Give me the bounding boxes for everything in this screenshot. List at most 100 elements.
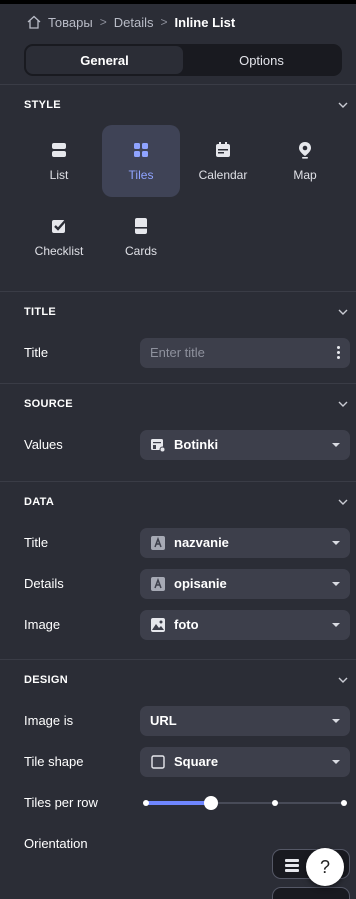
slider-knob[interactable] [204, 795, 219, 810]
image-is-select[interactable]: URL [140, 705, 350, 736]
image-is-label: Image is [24, 713, 74, 728]
data-image-value: foto [174, 617, 199, 632]
source-section-header[interactable]: SOURCE [0, 384, 356, 424]
style-map[interactable]: Map [266, 125, 344, 197]
style-list[interactable]: List [20, 125, 98, 197]
tiles-per-row-row: Tiles per row [0, 782, 356, 823]
help-button[interactable]: ? [306, 848, 344, 886]
chevron-down-icon[interactable] [336, 305, 350, 319]
list-icon [52, 143, 66, 157]
orientation-toggle-second[interactable] [272, 887, 350, 899]
title-placeholder: Enter title [150, 345, 205, 360]
orientation-label: Orientation [24, 836, 88, 851]
tile-shape-select[interactable]: Square [140, 746, 350, 777]
data-image-select[interactable]: foto [140, 609, 350, 640]
slider-fill [146, 800, 212, 805]
data-title-value: nazvanie [174, 535, 229, 550]
tiles-icon [134, 143, 148, 157]
text-field-icon [151, 576, 165, 591]
image-icon [151, 617, 165, 632]
breadcrumb-item-details[interactable]: Details [114, 15, 154, 30]
source-heading: SOURCE [24, 398, 73, 410]
style-options: List Tiles Calendar Map Checklist Cards [0, 125, 356, 277]
data-title-select[interactable]: nazvanie [140, 527, 350, 558]
tab-options[interactable]: Options [183, 46, 340, 74]
design-section: DESIGN Image is URL Tile shape Square Ti… [0, 659, 356, 864]
dropdown-caret-icon [332, 540, 340, 545]
dropdown-caret-icon [332, 718, 340, 723]
style-calendar-label: Calendar [198, 168, 248, 182]
title-section-header[interactable]: TITLE [0, 292, 356, 332]
checklist-icon [52, 219, 67, 233]
dropdown-caret-icon [332, 759, 340, 764]
table-source-icon [151, 438, 166, 452]
title-heading: TITLE [24, 306, 57, 318]
title-input[interactable]: Enter title [140, 337, 350, 368]
design-section-header[interactable]: DESIGN [0, 660, 356, 700]
values-value: Botinki [174, 437, 219, 452]
style-list-label: List [49, 168, 69, 182]
breadcrumb-separator: > [160, 15, 168, 29]
image-is-value: URL [150, 713, 177, 728]
values-select[interactable]: Botinki [140, 429, 350, 460]
title-section: TITLE Title Enter title [0, 291, 356, 383]
design-heading: DESIGN [24, 674, 68, 686]
breadcrumb-item-goods[interactable]: Товары [48, 15, 93, 30]
image-is-row: Image is URL [0, 700, 356, 741]
values-label: Values [24, 437, 63, 452]
dropdown-caret-icon [332, 442, 340, 447]
data-details-value: opisanie [174, 576, 227, 591]
tiles-per-row-label: Tiles per row [24, 795, 98, 810]
style-calendar[interactable]: Calendar [184, 125, 262, 197]
cards-icon [135, 218, 147, 234]
style-section-header[interactable]: STYLE [0, 85, 356, 125]
slider-tick[interactable] [143, 799, 149, 806]
chevron-down-icon[interactable] [336, 397, 350, 411]
title-label: Title [24, 345, 49, 360]
slider-tick[interactable] [272, 799, 278, 806]
source-section: SOURCE Values Botinki [0, 383, 356, 481]
square-icon [151, 754, 165, 769]
values-row: Values Botinki [0, 424, 356, 465]
style-map-label: Map [293, 168, 317, 182]
data-section-header[interactable]: DATA [0, 482, 356, 522]
title-row: Title Enter title [0, 332, 356, 373]
dropdown-caret-icon [332, 622, 340, 627]
breadcrumb-item-current: Inline List [174, 14, 236, 30]
data-section: DATA Title nazvanie Details opisanie Ima… [0, 481, 356, 659]
tab-switcher: General Options [24, 44, 342, 76]
more-vertical-icon[interactable] [337, 346, 340, 359]
calendar-icon [216, 142, 230, 157]
style-tiles-label: Tiles [128, 168, 154, 182]
data-image-label: Image [24, 617, 61, 632]
tile-shape-row: Tile shape Square [0, 741, 356, 782]
style-cards-label: Cards [124, 244, 157, 258]
slider-tick[interactable] [341, 799, 347, 806]
breadcrumb: Товары > Details > Inline List [0, 4, 356, 36]
breadcrumb-separator: > [99, 15, 107, 29]
chevron-down-icon[interactable] [336, 495, 350, 509]
tab-general[interactable]: General [26, 46, 183, 74]
data-heading: DATA [24, 496, 55, 508]
map-pin-icon [299, 142, 311, 159]
style-checklist-label: Checklist [34, 244, 84, 258]
data-image-row: Image foto [0, 604, 356, 645]
data-details-label: Details [24, 576, 64, 591]
style-checklist[interactable]: Checklist [20, 201, 98, 273]
style-tiles[interactable]: Tiles [102, 125, 180, 197]
tile-shape-value: Square [174, 754, 219, 769]
tiles-per-row-slider[interactable] [140, 788, 350, 818]
chevron-down-icon[interactable] [336, 98, 350, 112]
style-cards[interactable]: Cards [102, 201, 180, 273]
text-field-icon [151, 535, 165, 550]
data-title-label: Title [24, 535, 49, 550]
home-icon[interactable] [26, 14, 42, 30]
style-section: STYLE List Tiles Calendar Map Checklist … [0, 84, 356, 277]
data-details-row: Details opisanie [0, 563, 356, 604]
style-heading: STYLE [24, 99, 61, 111]
data-details-select[interactable]: opisanie [140, 568, 350, 599]
tile-shape-label: Tile shape [24, 754, 84, 769]
list-lines-icon [285, 859, 299, 872]
data-title-row: Title nazvanie [0, 522, 356, 563]
chevron-down-icon[interactable] [336, 673, 350, 687]
